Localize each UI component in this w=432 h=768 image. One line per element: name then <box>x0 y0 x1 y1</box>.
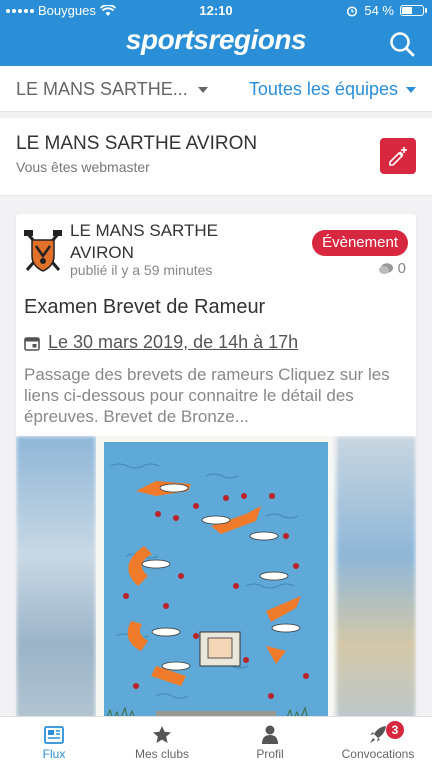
club-selector[interactable]: LE MANS SARTHE... <box>16 79 208 100</box>
comment-icon <box>378 262 393 274</box>
bottom-tab-bar: Flux Mes clubs Profil Convocations 3 <box>0 716 432 768</box>
star-icon <box>153 726 171 743</box>
post-title: Examen Brevet de Rameur <box>24 296 266 318</box>
club-selector-label: LE MANS SARTHE... <box>16 79 188 99</box>
alarm-icon <box>347 5 358 17</box>
battery-icon <box>400 5 427 16</box>
tab-convocations[interactable]: Convocations 3 <box>324 717 432 768</box>
convocations-badge: 3 <box>386 721 404 739</box>
edit-add-icon <box>389 147 407 166</box>
battery-percent: 54 % <box>364 3 394 18</box>
tab-profil-label: Profil <box>256 747 284 761</box>
search-button[interactable] <box>388 30 416 58</box>
team-selector-label: Toutes les équipes <box>248 79 398 99</box>
app-header: Bouygues 12:10 54 % sportsregions <box>0 0 432 66</box>
new-post-button[interactable] <box>380 138 416 174</box>
rocket-icon <box>370 726 386 743</box>
event-date-link[interactable]: Le 30 mars 2019, de 14h à 17h <box>24 332 298 353</box>
search-icon <box>390 32 415 57</box>
comment-count[interactable]: 0 <box>378 260 406 277</box>
club-name: LE MANS SARTHE AVIRON <box>16 133 258 154</box>
post-excerpt: Passage des brevets de rameurs Cliquez s… <box>24 365 390 426</box>
club-crest-logo <box>24 230 62 272</box>
tab-mes-clubs[interactable]: Mes clubs <box>108 717 216 768</box>
illustration-drawing <box>96 436 336 734</box>
newspaper-icon <box>44 725 64 744</box>
tab-mes-clubs-label: Mes clubs <box>134 747 190 761</box>
chevron-down-icon <box>197 86 208 93</box>
feed-post[interactable]: LE MANS SARTHE AVIRON publié il y a 59 m… <box>16 214 416 734</box>
event-badge: Évènement <box>312 230 408 256</box>
filter-bar: LE MANS SARTHE... Toutes les équipes <box>0 66 432 112</box>
person-icon <box>262 725 278 744</box>
image-blur-right <box>336 436 416 734</box>
tab-convocations-label: Convocations <box>341 747 415 761</box>
post-published-time: publié il y a 59 minutes <box>70 262 213 278</box>
brand-logo: sportsregions <box>125 24 307 55</box>
chevron-down-icon <box>406 86 416 93</box>
tab-flux-label: Flux <box>42 746 66 761</box>
club-header: LE MANS SARTHE AVIRON Vous êtes webmaste… <box>0 118 432 196</box>
status-bar: Bouygues 12:10 54 % <box>0 0 432 22</box>
comment-count-value: 0 <box>397 260 406 277</box>
club-role: Vous êtes webmaster <box>16 159 150 175</box>
calendar-icon <box>24 336 40 351</box>
rowing-illustration <box>96 436 336 734</box>
team-selector[interactable]: Toutes les équipes <box>249 79 416 100</box>
post-image[interactable] <box>16 436 416 734</box>
tab-flux[interactable]: Flux <box>0 717 108 768</box>
post-author: LE MANS SARTHE AVIRON <box>70 221 219 262</box>
tab-profil[interactable]: Profil <box>216 717 324 768</box>
event-date: Le 30 mars 2019, de 14h à 17h <box>48 332 299 352</box>
image-blur-left <box>16 436 96 734</box>
